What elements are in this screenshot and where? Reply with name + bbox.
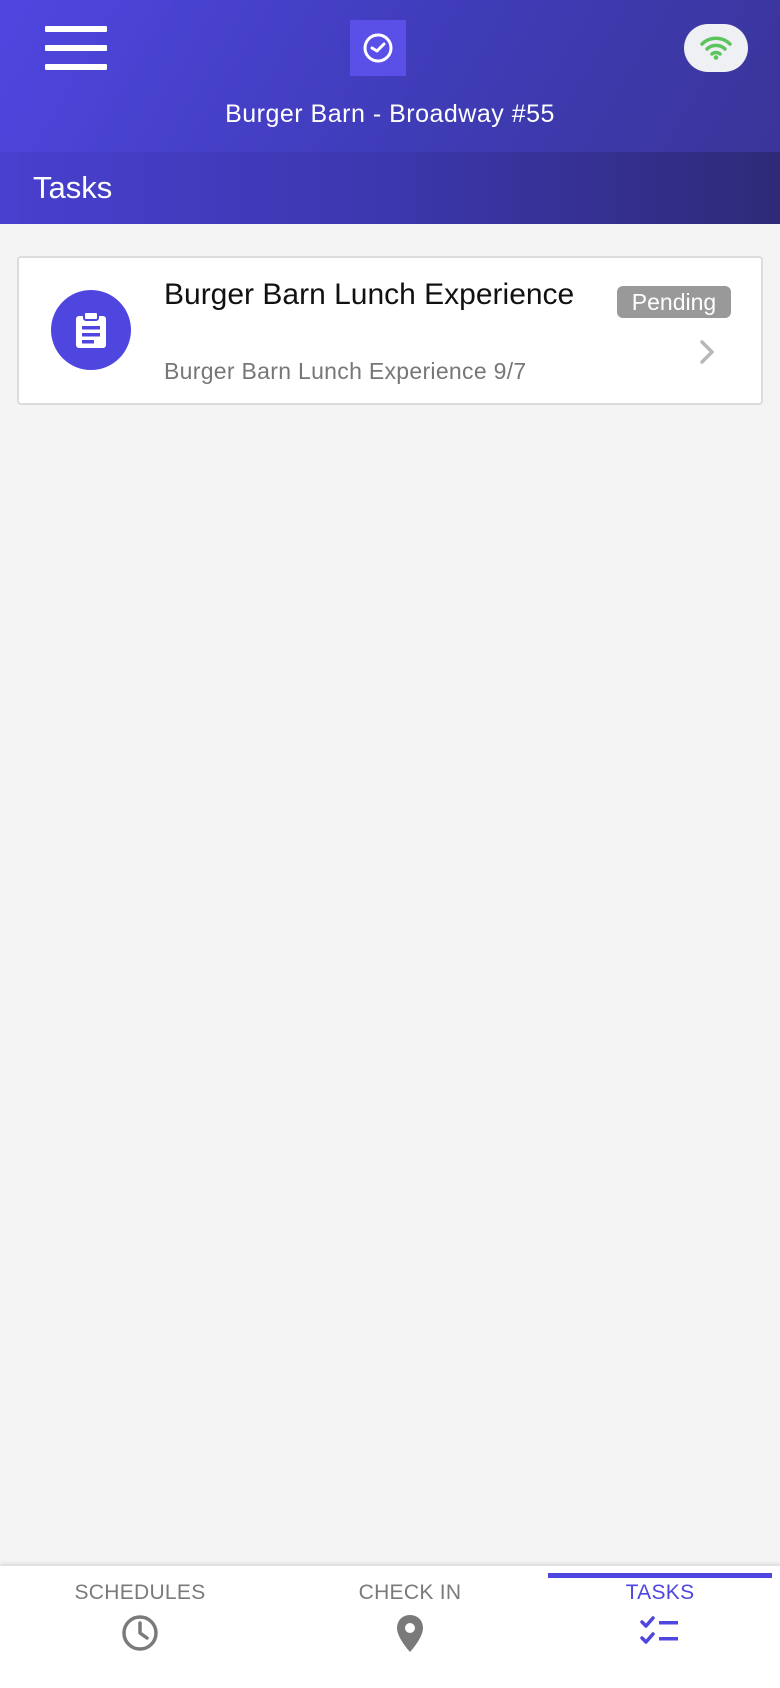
bottom-navigation: SCHEDULES CHECK IN TASKS [0,1566,780,1688]
app-root: Burger Barn - Broadway #55 Tasks Burger … [0,0,780,1688]
status-badge: Pending [617,286,731,318]
menu-line-icon [45,64,107,70]
map-pin-icon [397,1615,423,1652]
connection-status-indicator[interactable] [684,24,748,72]
page-titlebar: Tasks [0,152,780,224]
task-subtitle: Burger Barn Lunch Experience 9/7 [164,358,527,384]
app-header: Burger Barn - Broadway #55 [0,0,780,152]
store-name: Burger Barn - Broadway #55 [225,100,555,128]
clock-icon [122,1615,158,1651]
menu-line-icon [45,26,107,32]
nav-tab-schedules[interactable]: SCHEDULES [20,1566,260,1688]
app-logo [350,20,406,76]
page-title: Tasks [33,170,113,205]
task-title: Burger Barn Lunch Experience [164,278,575,311]
clipboard-icon [76,311,106,348]
checklist-icon [640,1616,678,1644]
hamburger-menu-button[interactable] [45,26,107,70]
menu-line-icon [45,45,107,51]
wifi-icon [700,36,732,60]
nav-tab-tasks[interactable]: TASKS [548,1566,772,1688]
nav-label-tasks: TASKS [625,1581,695,1604]
task-avatar [51,290,131,370]
nav-tab-check-in[interactable]: CHECK IN [290,1566,530,1688]
active-tab-indicator [548,1573,772,1578]
task-card[interactable]: Burger Barn Lunch Experience Burger Barn… [17,256,763,405]
nav-label-schedules: SCHEDULES [74,1581,206,1604]
nav-label-check-in: CHECK IN [358,1581,462,1604]
clock-logo-icon [363,33,393,63]
chevron-right-icon [700,340,714,364]
